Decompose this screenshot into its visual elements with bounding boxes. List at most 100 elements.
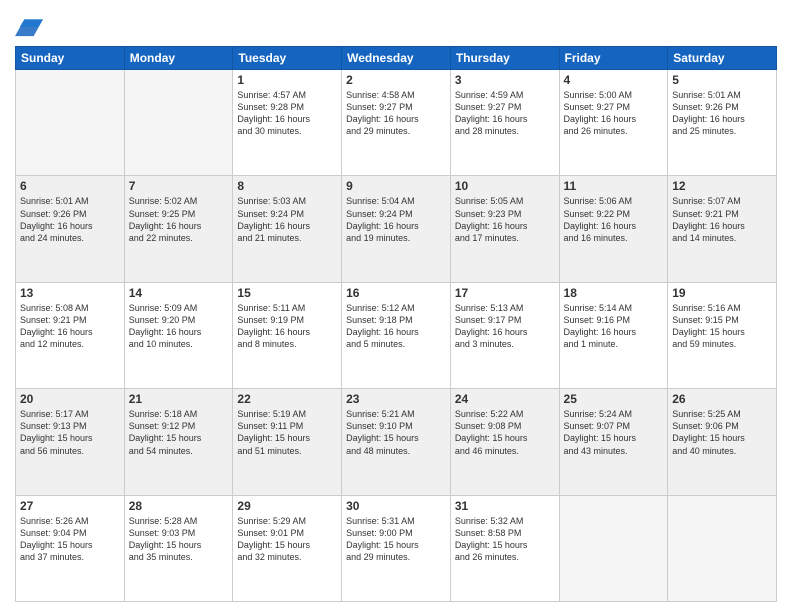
weekday-header-sunday: Sunday <box>16 47 125 70</box>
day-number: 22 <box>237 392 337 406</box>
logo-icon <box>15 10 43 38</box>
day-info: Sunrise: 5:29 AM Sunset: 9:01 PM Dayligh… <box>237 515 337 564</box>
day-number: 16 <box>346 286 446 300</box>
day-info: Sunrise: 5:22 AM Sunset: 9:08 PM Dayligh… <box>455 408 555 457</box>
day-info: Sunrise: 5:25 AM Sunset: 9:06 PM Dayligh… <box>672 408 772 457</box>
day-number: 9 <box>346 179 446 193</box>
week-row-2: 13 Sunrise: 5:08 AM Sunset: 9:21 PM Dayli… <box>16 282 777 388</box>
day-number: 19 <box>672 286 772 300</box>
day-number: 30 <box>346 499 446 513</box>
day-number: 8 <box>237 179 337 193</box>
weekday-header-friday: Friday <box>559 47 668 70</box>
day-cell: 12 Sunrise: 5:07 AM Sunset: 9:21 PM Dayli… <box>668 176 777 282</box>
day-info: Sunrise: 5:28 AM Sunset: 9:03 PM Dayligh… <box>129 515 229 564</box>
day-info: Sunrise: 5:14 AM Sunset: 9:16 PM Dayligh… <box>564 302 664 351</box>
day-number: 13 <box>20 286 120 300</box>
day-number: 2 <box>346 73 446 87</box>
weekday-header-monday: Monday <box>124 47 233 70</box>
day-info: Sunrise: 5:13 AM Sunset: 9:17 PM Dayligh… <box>455 302 555 351</box>
day-info: Sunrise: 5:24 AM Sunset: 9:07 PM Dayligh… <box>564 408 664 457</box>
day-cell: 6 Sunrise: 5:01 AM Sunset: 9:26 PM Daylig… <box>16 176 125 282</box>
day-cell: 27 Sunrise: 5:26 AM Sunset: 9:04 PM Dayli… <box>16 495 125 601</box>
day-info: Sunrise: 5:08 AM Sunset: 9:21 PM Dayligh… <box>20 302 120 351</box>
day-info: Sunrise: 5:09 AM Sunset: 9:20 PM Dayligh… <box>129 302 229 351</box>
day-cell: 23 Sunrise: 5:21 AM Sunset: 9:10 PM Dayli… <box>342 389 451 495</box>
day-cell: 10Sunrise: 5:05 AM Sunset: 9:23 PM Dayli… <box>450 176 559 282</box>
week-row-1: 6 Sunrise: 5:01 AM Sunset: 9:26 PM Daylig… <box>16 176 777 282</box>
day-number: 14 <box>129 286 229 300</box>
day-cell: 2Sunrise: 4:58 AM Sunset: 9:27 PM Daylig… <box>342 70 451 176</box>
day-number: 7 <box>129 179 229 193</box>
day-number: 20 <box>20 392 120 406</box>
day-number: 6 <box>20 179 120 193</box>
weekday-header-wednesday: Wednesday <box>342 47 451 70</box>
weekday-header-thursday: Thursday <box>450 47 559 70</box>
day-info: Sunrise: 5:04 AM Sunset: 9:24 PM Dayligh… <box>346 195 446 244</box>
day-number: 25 <box>564 392 664 406</box>
day-number: 18 <box>564 286 664 300</box>
day-info: Sunrise: 5:31 AM Sunset: 9:00 PM Dayligh… <box>346 515 446 564</box>
day-cell: 18 Sunrise: 5:14 AM Sunset: 9:16 PM Dayli… <box>559 282 668 388</box>
day-info: Sunrise: 5:17 AM Sunset: 9:13 PM Dayligh… <box>20 408 120 457</box>
calendar: SundayMondayTuesdayWednesdayThursdayFrid… <box>15 46 777 602</box>
day-info: Sunrise: 5:03 AM Sunset: 9:24 PM Dayligh… <box>237 195 337 244</box>
day-number: 15 <box>237 286 337 300</box>
day-cell: 7 Sunrise: 5:02 AM Sunset: 9:25 PM Daylig… <box>124 176 233 282</box>
week-row-3: 20 Sunrise: 5:17 AM Sunset: 9:13 PM Dayli… <box>16 389 777 495</box>
logo <box>15 10 47 38</box>
page: SundayMondayTuesdayWednesdayThursdayFrid… <box>0 0 792 612</box>
day-cell: 22 Sunrise: 5:19 AM Sunset: 9:11 PM Dayli… <box>233 389 342 495</box>
day-cell: 1Sunrise: 4:57 AM Sunset: 9:28 PM Daylig… <box>233 70 342 176</box>
day-cell: 30 Sunrise: 5:31 AM Sunset: 9:00 PM Dayli… <box>342 495 451 601</box>
day-cell: 15 Sunrise: 5:11 AM Sunset: 9:19 PM Dayli… <box>233 282 342 388</box>
day-cell: 14 Sunrise: 5:09 AM Sunset: 9:20 PM Dayli… <box>124 282 233 388</box>
day-cell: 8 Sunrise: 5:03 AM Sunset: 9:24 PM Daylig… <box>233 176 342 282</box>
day-info: Sunrise: 5:26 AM Sunset: 9:04 PM Dayligh… <box>20 515 120 564</box>
day-info: Sunrise: 4:57 AM Sunset: 9:28 PM Dayligh… <box>237 89 337 138</box>
day-cell: 25 Sunrise: 5:24 AM Sunset: 9:07 PM Dayli… <box>559 389 668 495</box>
header <box>15 10 777 38</box>
day-number: 29 <box>237 499 337 513</box>
day-number: 3 <box>455 73 555 87</box>
day-cell <box>124 70 233 176</box>
day-cell: 11 Sunrise: 5:06 AM Sunset: 9:22 PM Dayli… <box>559 176 668 282</box>
day-number: 27 <box>20 499 120 513</box>
day-info: Sunrise: 5:19 AM Sunset: 9:11 PM Dayligh… <box>237 408 337 457</box>
day-cell: 4Sunrise: 5:00 AM Sunset: 9:27 PM Daylig… <box>559 70 668 176</box>
day-info: Sunrise: 5:06 AM Sunset: 9:22 PM Dayligh… <box>564 195 664 244</box>
day-cell <box>16 70 125 176</box>
day-info: Sunrise: 5:05 AM Sunset: 9:23 PM Dayligh… <box>455 195 555 244</box>
day-cell: 31Sunrise: 5:32 AM Sunset: 8:58 PM Dayli… <box>450 495 559 601</box>
day-info: Sunrise: 5:21 AM Sunset: 9:10 PM Dayligh… <box>346 408 446 457</box>
day-number: 11 <box>564 179 664 193</box>
day-cell: 9 Sunrise: 5:04 AM Sunset: 9:24 PM Daylig… <box>342 176 451 282</box>
day-number: 5 <box>672 73 772 87</box>
day-info: Sunrise: 5:01 AM Sunset: 9:26 PM Dayligh… <box>672 89 772 138</box>
day-number: 4 <box>564 73 664 87</box>
day-number: 24 <box>455 392 555 406</box>
weekday-header-saturday: Saturday <box>668 47 777 70</box>
day-info: Sunrise: 4:59 AM Sunset: 9:27 PM Dayligh… <box>455 89 555 138</box>
day-cell: 5 Sunrise: 5:01 AM Sunset: 9:26 PM Daylig… <box>668 70 777 176</box>
day-info: Sunrise: 5:02 AM Sunset: 9:25 PM Dayligh… <box>129 195 229 244</box>
day-cell: 13 Sunrise: 5:08 AM Sunset: 9:21 PM Dayli… <box>16 282 125 388</box>
day-info: Sunrise: 5:18 AM Sunset: 9:12 PM Dayligh… <box>129 408 229 457</box>
day-cell: 21Sunrise: 5:18 AM Sunset: 9:12 PM Dayli… <box>124 389 233 495</box>
day-cell: 16Sunrise: 5:12 AM Sunset: 9:18 PM Dayli… <box>342 282 451 388</box>
day-cell: 29 Sunrise: 5:29 AM Sunset: 9:01 PM Dayli… <box>233 495 342 601</box>
day-info: Sunrise: 5:07 AM Sunset: 9:21 PM Dayligh… <box>672 195 772 244</box>
day-cell: 19Sunrise: 5:16 AM Sunset: 9:15 PM Dayli… <box>668 282 777 388</box>
day-cell: 26 Sunrise: 5:25 AM Sunset: 9:06 PM Dayli… <box>668 389 777 495</box>
day-number: 31 <box>455 499 555 513</box>
week-row-0: 1Sunrise: 4:57 AM Sunset: 9:28 PM Daylig… <box>16 70 777 176</box>
day-cell: 20 Sunrise: 5:17 AM Sunset: 9:13 PM Dayli… <box>16 389 125 495</box>
day-number: 23 <box>346 392 446 406</box>
weekday-header-row: SundayMondayTuesdayWednesdayThursdayFrid… <box>16 47 777 70</box>
day-info: Sunrise: 5:01 AM Sunset: 9:26 PM Dayligh… <box>20 195 120 244</box>
day-number: 28 <box>129 499 229 513</box>
day-cell: 3 Sunrise: 4:59 AM Sunset: 9:27 PM Daylig… <box>450 70 559 176</box>
day-info: Sunrise: 5:11 AM Sunset: 9:19 PM Dayligh… <box>237 302 337 351</box>
day-number: 12 <box>672 179 772 193</box>
day-cell <box>668 495 777 601</box>
day-number: 26 <box>672 392 772 406</box>
